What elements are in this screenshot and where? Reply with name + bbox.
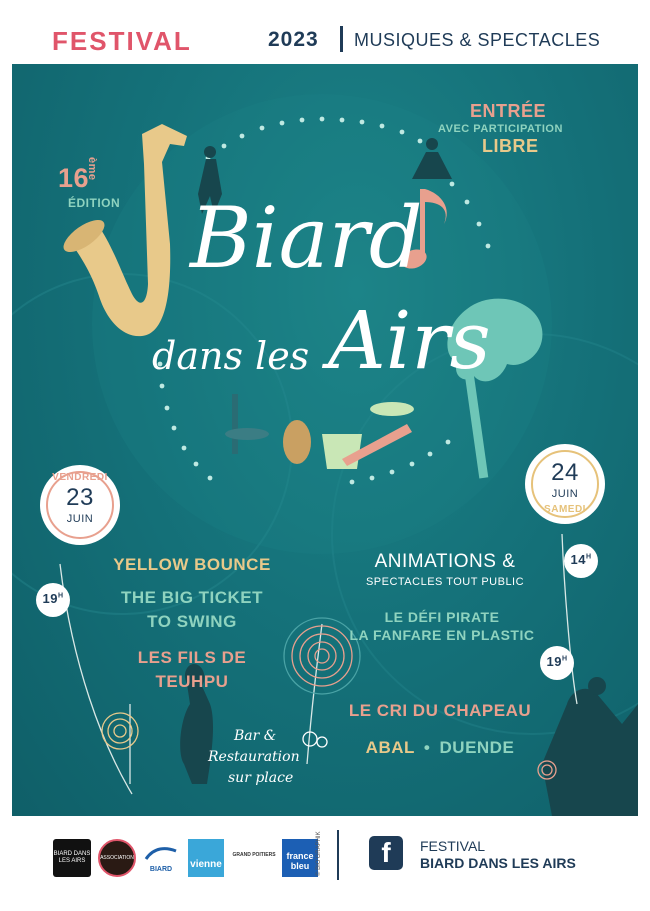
friday-act: TEUHPU xyxy=(155,672,229,691)
title-word-airs: Airs xyxy=(328,294,491,387)
friday-act: LES FILS DE xyxy=(137,648,247,667)
time-saturday-afternoon: 14H xyxy=(570,552,592,567)
france-bleu-logo: france bleu xyxy=(282,839,318,877)
subtitle-label: MUSIQUES & SPECTACLES xyxy=(354,30,601,50)
poster: 16 ème ÉDITION ENTRÉE AVEC PARTICIPATION… xyxy=(12,64,638,816)
animations-title: ANIMATIONS & xyxy=(374,551,516,572)
header: FESTIVAL 2023 MUSIQUES & SPECTACLES xyxy=(0,0,650,64)
friday-act: THE BIG TICKET xyxy=(120,588,264,607)
edition-label: ÉDITION xyxy=(68,196,121,210)
friday-day: 23 xyxy=(66,484,94,511)
saturday-act: ABAL • DUENDE xyxy=(365,738,515,757)
friday-month: JUIN xyxy=(66,513,94,525)
edition-number: 16 xyxy=(58,163,90,193)
saturday-weekday: SAMEDI xyxy=(544,504,586,515)
festival-label: FESTIVAL xyxy=(52,26,192,56)
entry-line2: AVEC PARTICIPATION xyxy=(438,123,563,135)
animations-subtitle: SPECTACLES TOUT PUBLIC xyxy=(365,576,525,588)
title-word-dans-les: dans les xyxy=(152,334,310,378)
biard-town-logo: BIARD xyxy=(142,845,180,873)
vienne-logo: vienne xyxy=(188,839,224,877)
bar-line2: Restauration xyxy=(208,749,300,765)
bar-line3: sur place xyxy=(228,770,294,786)
friday-act: TO SWING xyxy=(147,612,237,631)
festival-logo: BIARD DANS LES AIRS xyxy=(53,839,91,877)
header-divider xyxy=(340,26,343,52)
animations-act: LE DÉFI PIRATE xyxy=(384,609,500,625)
time-friday: 19H xyxy=(42,591,64,606)
time-saturday-evening: 19H xyxy=(546,654,568,669)
entry-line3: LIBRE xyxy=(482,136,539,156)
credit-text: © BIO'GRAPHIK xyxy=(316,831,322,876)
saturday-month: JUIN xyxy=(551,488,579,500)
friday-weekday: VENDREDI xyxy=(52,472,108,483)
facebook-label-line2[interactable]: BIARD DANS LES AIRS xyxy=(420,855,576,871)
animations-act: LA FANFARE EN PLASTIC xyxy=(349,627,535,643)
saturday-day: 24 xyxy=(551,459,579,486)
saturday-act: LE CRI DU CHAPEAU xyxy=(348,701,532,720)
footer-divider xyxy=(337,830,339,880)
year-label: 2023 xyxy=(268,28,319,51)
title-word-biard: Biard xyxy=(190,189,423,287)
entry-line1: ENTRÉE xyxy=(470,101,547,121)
association-logo: ASSOCIATION xyxy=(98,839,136,877)
edition-suffix: ème xyxy=(86,157,98,181)
grand-poitiers-logo: GRAND POITIERS xyxy=(232,852,276,858)
facebook-icon[interactable]: f xyxy=(369,836,403,870)
bar-line1: Bar & xyxy=(234,728,277,744)
facebook-label-line1: FESTIVAL xyxy=(420,838,486,854)
friday-act: YELLOW BOUNCE xyxy=(113,555,271,574)
